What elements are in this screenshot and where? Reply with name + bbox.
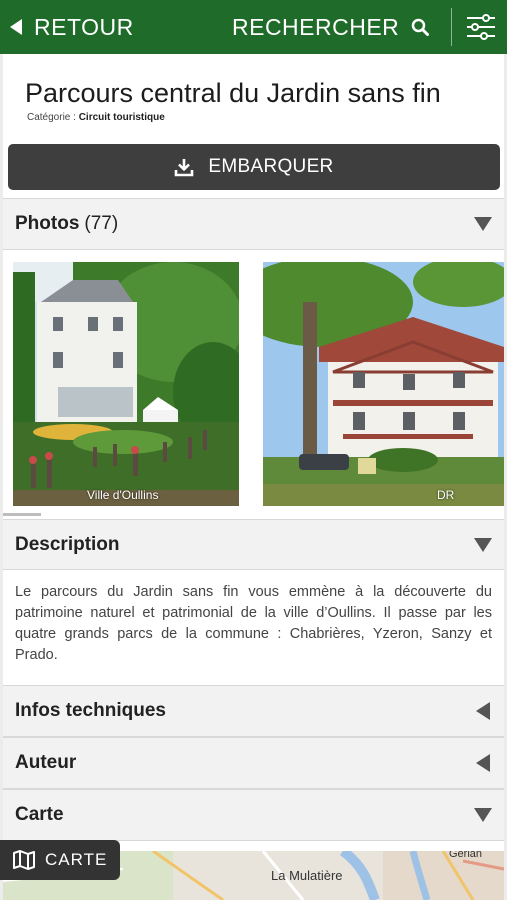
photos-count: (77) [84,213,119,234]
map-toggle-button[interactable]: CARTE [0,840,120,880]
horizontal-scroll-indicator [3,513,41,516]
photo-image-garden [13,262,239,506]
section-photos-header[interactable]: Photos (77) [3,198,504,250]
photo-credit-2: DR [437,488,455,502]
filter-button[interactable] [462,8,500,46]
section-map-header[interactable]: Carte [3,789,504,841]
top-app-bar: RETOUR RECHERCHER [0,0,507,54]
category-prefix: Catégorie : [27,112,76,123]
category-line: Catégorie : Circuit touristique [27,112,165,123]
toolbar-divider [451,8,452,46]
search-icon [412,18,430,36]
map-place-label: La Mulatière [271,868,343,883]
map-place-label-2: Gerlan [449,851,483,860]
back-button[interactable]: RETOUR [10,0,134,54]
author-label: Auteur [15,752,77,773]
page-title: Parcours central du Jardin sans fin [25,78,441,108]
expand-chevron-icon [474,808,492,822]
back-label: RETOUR [34,13,134,40]
category-value: Circuit touristique [78,112,165,123]
section-tech-header[interactable]: Infos techniques [3,685,504,737]
embark-button[interactable]: EMBARQUER [8,144,500,190]
expand-chevron-icon [474,217,492,231]
map-label: Carte [15,804,64,825]
photos-label: Photos [15,213,80,234]
photo-credit-1: Ville d'Oullins [87,488,159,502]
section-author-header[interactable]: Auteur [3,737,504,789]
embark-label: EMBARQUER [208,156,334,177]
back-arrow-icon [10,19,22,35]
map-toggle-label: CARTE [45,850,108,869]
expand-chevron-icon [474,537,492,552]
search-button[interactable]: RECHERCHER [232,0,430,54]
download-icon [175,159,194,177]
detail-card: Parcours central du Jardin sans fin Caté… [3,54,504,900]
photo-thumbnail-1[interactable]: Ville d'Oullins [13,262,239,506]
photo-image-chalet [263,262,504,506]
tech-label: Infos techniques [15,700,166,721]
collapse-chevron-icon [476,754,490,772]
description-label: Description [15,533,120,555]
section-description-header[interactable]: Description [3,519,504,570]
description-text: Le parcours du Jardin sans fin vous emmè… [15,584,492,663]
filter-sliders-icon [467,14,495,40]
search-label: RECHERCHER [232,13,400,40]
map-icon [13,850,35,870]
collapse-chevron-icon [476,702,490,720]
photo-thumbnail-2[interactable]: DR [263,262,504,506]
